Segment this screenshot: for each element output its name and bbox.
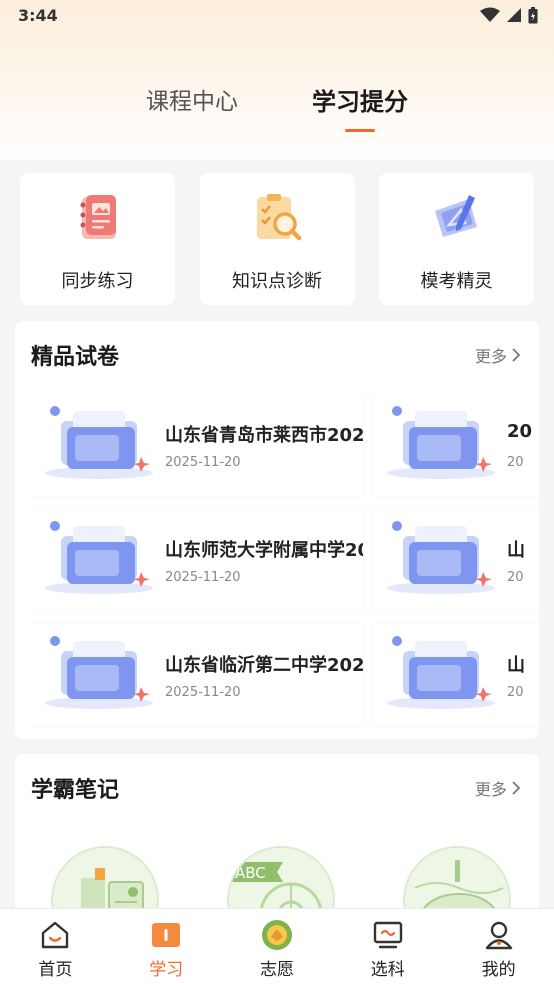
paper-folder-icon bbox=[387, 406, 495, 479]
paper-card[interactable]: 山 20 bbox=[373, 508, 539, 612]
badge-icon bbox=[261, 920, 292, 950]
active-tab-indicator bbox=[345, 129, 375, 132]
tab-study-improve-label: 学习提分 bbox=[312, 88, 408, 116]
bottom-navigation: 首页 学习 志愿 选科 我的 bbox=[0, 908, 554, 984]
tab-study-improve[interactable]: 学习提分 bbox=[312, 80, 408, 132]
ruler-pencil-icon bbox=[434, 195, 477, 237]
wifi-icon bbox=[480, 7, 500, 22]
paper-title: 20 bbox=[507, 421, 533, 442]
status-bar: 3:44 bbox=[0, 0, 554, 30]
paper-date: 2025-11-20 bbox=[165, 570, 241, 585]
study-notes-panel: 学霸笔记 更多 ABC bbox=[15, 754, 539, 914]
more-label: 更多 bbox=[474, 347, 507, 366]
paper-grid: 山东省青岛市莱西市2025 2025-11-20 山东师范大学附属中学2025 … bbox=[31, 393, 539, 733]
quick-action-sync-practice[interactable]: 同步练习 bbox=[20, 173, 175, 305]
clipboard-search-icon bbox=[257, 194, 302, 241]
status-time: 3:44 bbox=[18, 5, 58, 25]
nav-subject-selection-label: 选科 bbox=[370, 960, 405, 980]
more-label: 更多 bbox=[474, 780, 507, 799]
nav-volunteer-label: 志愿 bbox=[259, 960, 294, 980]
top-tabs: 课程中心 学习提分 bbox=[0, 80, 554, 140]
quick-action-label: 同步练习 bbox=[61, 271, 134, 292]
paper-folder-icon bbox=[45, 406, 153, 479]
note-item[interactable] bbox=[51, 846, 159, 914]
premium-papers-title: 精品试卷 bbox=[31, 345, 120, 370]
signal-icon bbox=[507, 8, 521, 22]
quick-action-label: 模考精灵 bbox=[420, 271, 493, 292]
premium-papers-panel: 精品试卷 更多 山东省青岛市莱西市2025 2025-11-20 山东师范大学附… bbox=[15, 321, 539, 739]
home-icon bbox=[42, 921, 69, 949]
paper-title: 山 bbox=[507, 540, 525, 561]
paper-date: 2025-11-20 bbox=[165, 455, 241, 470]
desk-illustration-icon bbox=[81, 868, 144, 914]
nav-home[interactable]: 首页 bbox=[10, 909, 100, 984]
paper-card[interactable]: 山东省青岛市莱西市2025 2025-11-20 bbox=[31, 393, 363, 497]
note-item[interactable] bbox=[403, 846, 511, 914]
nav-study-label: 学习 bbox=[149, 960, 184, 980]
nav-subject-selection[interactable]: 选科 bbox=[343, 909, 433, 984]
chevron-right-icon bbox=[512, 781, 521, 795]
paper-title: 山东省青岛市莱西市2025 bbox=[165, 425, 363, 446]
monitor-icon bbox=[373, 921, 402, 949]
nav-home-label: 首页 bbox=[38, 960, 73, 980]
notes-row: ABC bbox=[51, 846, 511, 914]
quick-actions: 同步练习 知识点诊断 模考精灵 bbox=[20, 173, 534, 305]
paper-folder-icon bbox=[45, 521, 153, 594]
paper-date: 2025-11-20 bbox=[165, 685, 241, 700]
paper-date: 20 bbox=[507, 570, 524, 585]
chevron-right-icon bbox=[512, 348, 521, 362]
study-notes-more-link[interactable]: 更多 bbox=[475, 776, 521, 800]
paper-folder-icon bbox=[387, 636, 495, 709]
book-icon bbox=[152, 923, 181, 947]
abc-illustration-icon: ABC bbox=[231, 862, 323, 914]
quick-action-label: 知识点诊断 bbox=[232, 271, 322, 292]
paper-card[interactable]: 山 20 bbox=[373, 623, 539, 727]
paper-card[interactable]: 山东师范大学附属中学2025 2025-11-20 bbox=[31, 508, 363, 612]
status-icons bbox=[480, 6, 538, 24]
paper-card[interactable]: 山东省临沂第二中学2025 2025-11-20 bbox=[31, 623, 363, 727]
paper-date: 20 bbox=[507, 685, 524, 700]
paper-card[interactable]: 20 20 bbox=[373, 393, 539, 497]
paper-folder-icon bbox=[45, 636, 153, 709]
nav-study[interactable]: 学习 bbox=[121, 909, 211, 984]
paper-title: 山 bbox=[507, 655, 525, 676]
study-notes-title: 学霸笔记 bbox=[31, 778, 120, 803]
paper-date: 20 bbox=[507, 455, 524, 470]
nav-volunteer[interactable]: 志愿 bbox=[232, 909, 322, 984]
note-item[interactable]: ABC bbox=[227, 846, 335, 914]
quick-action-knowledge-diagnosis[interactable]: 知识点诊断 bbox=[199, 173, 355, 305]
paper-title: 山东师范大学附属中学2025 bbox=[165, 540, 363, 561]
paper-title: 山东省临沂第二中学2025 bbox=[165, 655, 363, 676]
premium-papers-more-link[interactable]: 更多 bbox=[475, 343, 521, 367]
tab-course-center-label: 课程中心 bbox=[146, 89, 238, 115]
notebook-icon bbox=[80, 195, 116, 239]
nav-mine[interactable]: 我的 bbox=[454, 909, 544, 984]
submarine-illustration-icon bbox=[414, 860, 504, 914]
tab-course-center[interactable]: 课程中心 bbox=[146, 80, 238, 124]
person-icon bbox=[485, 921, 512, 950]
nav-mine-label: 我的 bbox=[481, 960, 516, 980]
battery-icon bbox=[528, 6, 538, 23]
quick-action-mock-exam[interactable]: 模考精灵 bbox=[379, 173, 534, 305]
paper-folder-icon bbox=[387, 521, 495, 594]
abc-badge-text: ABC bbox=[235, 864, 266, 882]
